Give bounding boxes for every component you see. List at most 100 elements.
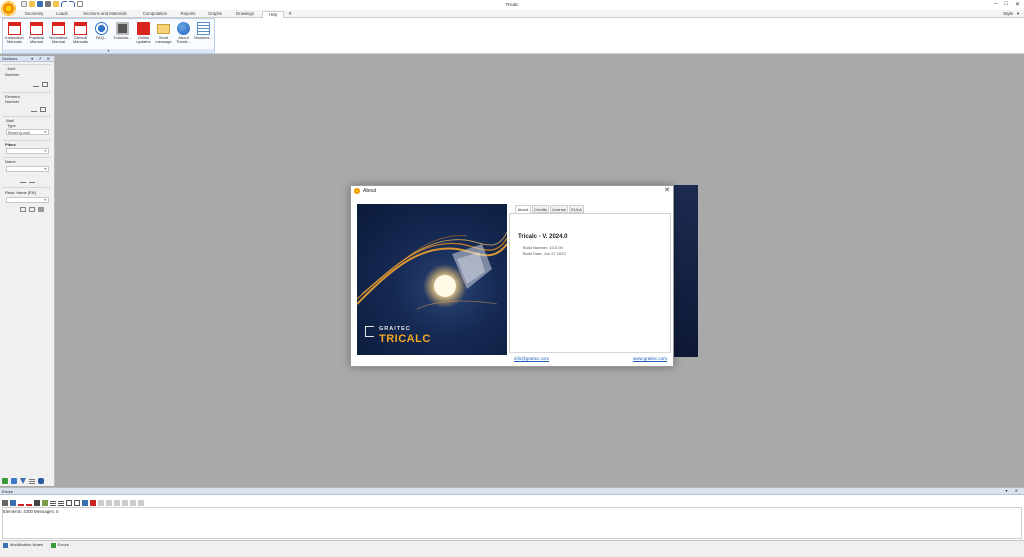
about-dialog-titlebar: About ✕ (351, 186, 673, 196)
restraint-tool-icon[interactable] (20, 207, 26, 212)
tool-disabled-icon (98, 500, 104, 506)
ribbon-tab-bar: Geometry Loads Sections and Materials Co… (0, 10, 1024, 18)
axis-tool-icon[interactable] (11, 478, 17, 484)
list-icon[interactable] (50, 500, 56, 506)
about-tricalc-button[interactable]: About Tricalc... (174, 20, 193, 50)
export-icon[interactable] (10, 500, 16, 506)
chevron-down-icon: ▼ (43, 198, 47, 202)
element-options-icon[interactable] (40, 107, 46, 112)
splash-image: GRAITEC TRICALC (357, 204, 507, 355)
tool-disabled-5-icon (130, 500, 136, 506)
tab-sections-materials[interactable]: Sections and Materials (76, 11, 134, 18)
modules-button[interactable]: Modules... (194, 20, 213, 50)
bracket-icon[interactable] (66, 500, 72, 506)
name-tool-2-icon[interactable] (29, 178, 35, 183)
tab-graphs[interactable]: Graphs (203, 11, 227, 18)
tutorials-button[interactable]: Tutorials... (113, 20, 132, 50)
restraint-tool-3-icon[interactable] (38, 207, 44, 212)
info-icon (177, 22, 190, 35)
tab-credits[interactable]: Credits (532, 205, 549, 213)
close-ribbon-tab-icon[interactable]: ✕ (286, 11, 294, 18)
minimize-button[interactable]: – (994, 1, 997, 8)
panel-controls[interactable]: ▾ ↗ ✕ (31, 56, 52, 61)
select-joint-icon[interactable] (33, 82, 39, 87)
style-chevron-icon[interactable]: ▼ (1016, 11, 1020, 16)
errors-pane-controls[interactable]: ▾ ✕ (1006, 488, 1021, 493)
filter-icon[interactable] (20, 478, 26, 484)
plans-select[interactable]: ▼ (6, 148, 49, 154)
select-element-icon[interactable] (31, 107, 37, 112)
image-icon[interactable] (42, 500, 48, 506)
errors-list[interactable] (2, 507, 1022, 539)
tutorials-icon (116, 22, 129, 35)
restraint-frame-select[interactable]: ▼ (6, 197, 49, 203)
modules-icon (197, 22, 210, 35)
tricalc-logo-icon[interactable] (1, 1, 16, 16)
tab-loads[interactable]: Loads (51, 11, 73, 18)
name-select[interactable]: ▼ (6, 166, 49, 172)
bold-icon[interactable] (34, 500, 40, 506)
binoculars-icon[interactable] (38, 478, 44, 484)
delete-icon[interactable] (90, 500, 96, 506)
pdf-icon (52, 22, 65, 35)
bracket-2-icon[interactable] (74, 500, 80, 506)
green-tool-icon[interactable] (2, 478, 8, 484)
ribbon-group-expand-icon[interactable]: ▾ (3, 49, 214, 53)
build-date: Build Date: Jun 27 2023 (523, 251, 566, 256)
close-window-button[interactable]: ✕ (1015, 1, 1020, 8)
wall-section: Wall Type Bearing wall ▼ (3, 116, 51, 140)
company-name: GRAITEC (379, 326, 411, 332)
wall-type-select[interactable]: Bearing wall ▼ (6, 129, 49, 135)
notes-icon (3, 543, 8, 548)
status-bar: Modification Notes Errors (0, 540, 1024, 557)
errors-pane: Errors ▾ ✕ Elements: 4300 Messages: 0 (0, 487, 1024, 540)
website-link[interactable]: www.graitec.com (633, 356, 667, 361)
maximize-button[interactable]: □ (1004, 1, 1008, 8)
send-message-button[interactable]: Send message (154, 20, 173, 50)
tab-help[interactable]: Help (262, 11, 284, 18)
instruction-manuals-button[interactable]: Instruction Manuals (5, 20, 24, 50)
tool-disabled-3-icon (114, 500, 120, 506)
support-email-link[interactable]: info@graitec.com (514, 356, 549, 361)
joint-label: Joint (7, 66, 16, 71)
tab-reports[interactable]: Reports (176, 11, 200, 18)
list-icon[interactable] (29, 478, 35, 484)
joint-section: Joint Number (3, 64, 51, 92)
divider (510, 352, 670, 353)
tab-license[interactable]: License (550, 205, 568, 213)
tab-drawings[interactable]: Drawings (230, 11, 260, 18)
print-icon[interactable] (2, 500, 8, 506)
window-title: Tricalc (505, 2, 519, 7)
table-icon[interactable] (82, 500, 88, 506)
style-menu[interactable]: Style (1003, 11, 1013, 16)
pdf-icon (74, 22, 87, 35)
sections-panel-header: Sections ▾ ↗ ✕ (0, 56, 54, 62)
tab-modification-notes[interactable]: Modification Notes (2, 542, 43, 549)
close-dialog-button[interactable]: ✕ (664, 186, 670, 194)
normative-manual-button[interactable]: Normative Manual (49, 20, 68, 50)
tool-disabled-6-icon (138, 500, 144, 506)
online-updates-icon (137, 22, 150, 35)
name-tool-icon[interactable] (20, 178, 26, 183)
errors-icon (51, 543, 56, 548)
product-name: TRICALC (379, 333, 431, 345)
default-manuals-button[interactable]: Default Manuals (71, 20, 90, 50)
faq-button[interactable]: FAQ... (92, 20, 111, 50)
graitec-mark-icon (365, 326, 374, 337)
restraint-tool-2-icon[interactable] (29, 207, 35, 212)
tab-geometry[interactable]: Geometry (19, 11, 49, 18)
about-tab-content: Tricalc - V. 2024.0 Build Number: 10.0.0… (509, 213, 671, 353)
name-section: Name ▼ (3, 157, 51, 187)
practical-manual-button[interactable]: Practical Manual (27, 20, 46, 50)
joint-options-icon[interactable] (42, 82, 48, 87)
font-color-icon[interactable] (26, 500, 32, 506)
errors-pane-title: Errors (2, 489, 13, 494)
tab-eula[interactable]: EULA (569, 205, 584, 213)
sections-panel-title: Sections (2, 56, 18, 61)
envelope-icon (157, 24, 170, 34)
online-updates-button[interactable]: Online updates (134, 20, 153, 50)
font-icon[interactable] (18, 500, 24, 506)
tab-computation[interactable]: Computation (137, 11, 173, 18)
align-icon[interactable] (58, 500, 64, 506)
tab-errors[interactable]: Errors (50, 542, 69, 549)
